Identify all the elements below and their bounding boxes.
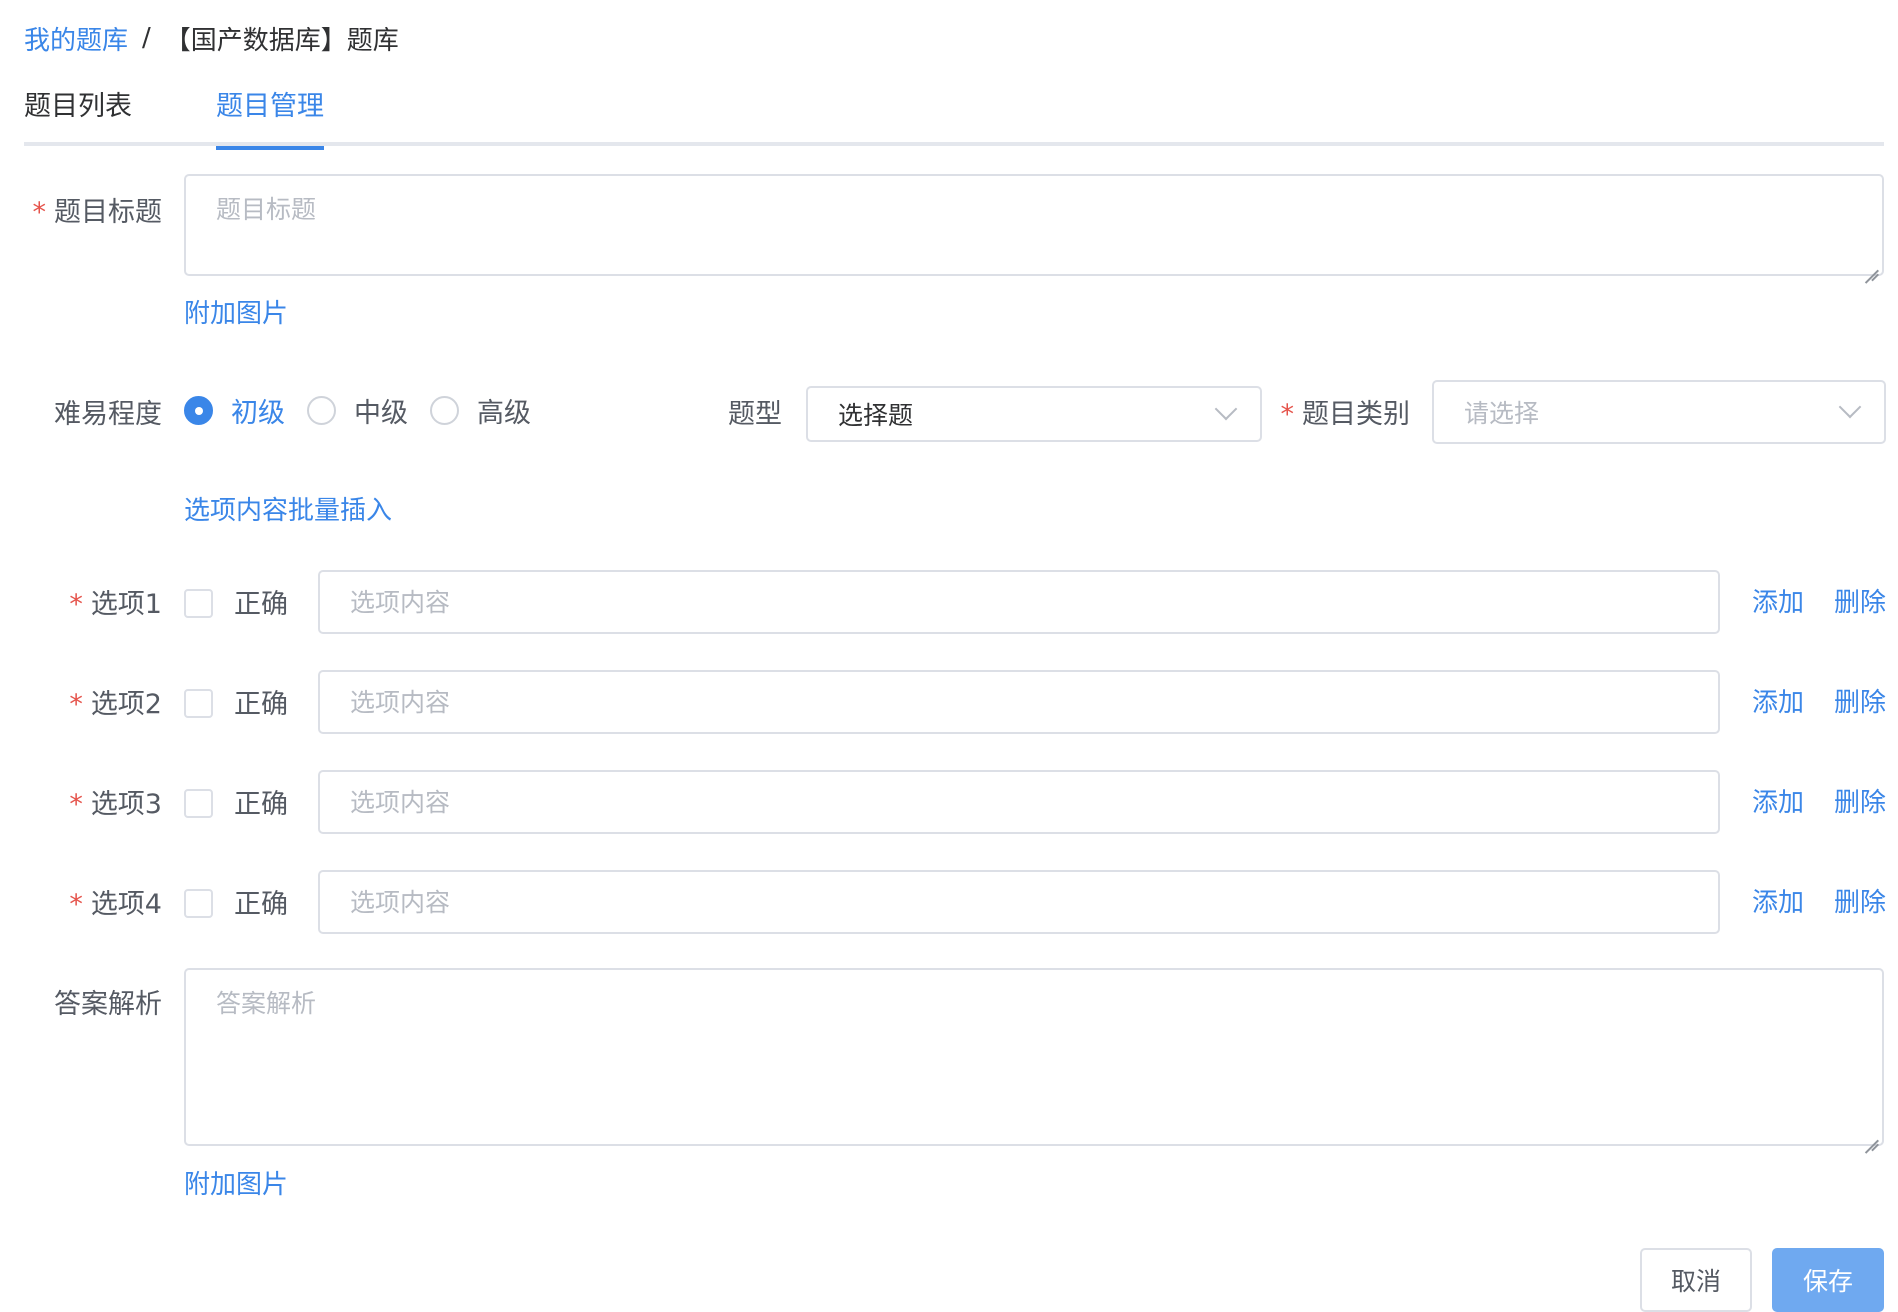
option-4-add-link[interactable]: 添加 <box>1752 882 1804 919</box>
required-mark: * <box>69 689 83 720</box>
option-2-delete-link[interactable]: 删除 <box>1834 682 1886 719</box>
option-4-input[interactable] <box>320 872 1718 932</box>
option-3-correct-checkbox[interactable] <box>184 789 213 818</box>
analysis-textarea-box <box>184 968 1884 1154</box>
radio-unchecked-icon <box>430 395 459 425</box>
cancel-button[interactable]: 取消 <box>1640 1248 1752 1312</box>
option-1-input[interactable] <box>320 572 1718 632</box>
option-1-add-link[interactable]: 添加 <box>1752 582 1804 619</box>
title-label: * 题目标题 <box>24 190 163 229</box>
tab-question-manage[interactable]: 题目管理 <box>216 82 324 150</box>
option-3-delete-link[interactable]: 删除 <box>1834 782 1886 819</box>
category-select[interactable]: 请选择 <box>1432 380 1886 444</box>
difficulty-radio-beginner[interactable]: 初级 <box>184 391 285 430</box>
radio-checked-icon <box>184 395 213 425</box>
option-1-correct-checkbox[interactable] <box>184 589 213 618</box>
title-textarea-box <box>184 174 1884 284</box>
option-1-input-box <box>318 570 1720 634</box>
difficulty-radio-intermediate[interactable]: 中级 <box>307 391 408 430</box>
difficulty-radio-group: 初级 中级 高级 <box>184 390 553 430</box>
breadcrumb: 我的题库 / 【国产数据库】题库 <box>24 18 399 58</box>
required-mark: * <box>69 889 83 920</box>
chevron-down-icon <box>1214 397 1238 421</box>
question-type-select[interactable]: 选择题 <box>806 386 1262 442</box>
option-3-correct-label: 正确 <box>234 789 288 820</box>
required-mark: * <box>1280 399 1295 430</box>
batch-insert-options-link[interactable]: 选项内容批量插入 <box>184 490 392 527</box>
breadcrumb-separator: / <box>142 23 151 53</box>
question-type-label: 题型 <box>728 399 782 430</box>
option-2-input-box <box>318 670 1720 734</box>
breadcrumb-my-question-bank-link[interactable]: 我的题库 <box>24 20 128 57</box>
option-2-input[interactable] <box>320 672 1718 732</box>
question-edit-page: 我的题库 / 【国产数据库】题库 题目列表 题目管理 *题目标题 附加图片 难易… <box>0 0 1898 1312</box>
radio-label: 中级 <box>354 397 408 429</box>
required-mark: * <box>69 789 83 820</box>
option-3-input-box <box>318 770 1720 834</box>
required-mark: * <box>69 589 83 620</box>
title-label-text: 题目标题 <box>54 197 162 228</box>
option-3-label: * 选项3 <box>24 782 162 821</box>
option-4-correct-checkbox[interactable] <box>184 889 213 918</box>
option-2-correct-checkbox[interactable] <box>184 689 213 718</box>
option-2-correct-label: 正确 <box>234 689 288 720</box>
analysis-label: 答案解析 <box>54 989 162 1020</box>
category-placeholder: 请选择 <box>1464 399 1540 428</box>
radio-label: 初级 <box>231 397 285 429</box>
option-4-label: * 选项4 <box>24 882 162 921</box>
analysis-textarea[interactable] <box>186 970 1882 1144</box>
radio-unchecked-icon <box>307 395 336 425</box>
radio-label: 高级 <box>477 397 531 429</box>
resize-handle-icon[interactable] <box>1863 1125 1879 1154</box>
option-label-text: 选项3 <box>90 789 162 820</box>
required-mark: * <box>32 197 47 228</box>
title-textarea[interactable] <box>186 176 1882 274</box>
difficulty-label: 难易程度 <box>54 399 162 430</box>
option-label-text: 选项4 <box>90 889 162 920</box>
resize-handle-icon[interactable] <box>1863 255 1879 284</box>
option-label-text: 选项1 <box>90 589 162 620</box>
chevron-down-icon <box>1838 395 1862 419</box>
question-type-value: 选择题 <box>838 401 914 430</box>
title-attach-image-link[interactable]: 附加图片 <box>184 293 288 330</box>
category-label: * 题目类别 <box>1270 392 1411 431</box>
option-3-input[interactable] <box>320 772 1718 832</box>
analysis-attach-image-link[interactable]: 附加图片 <box>184 1164 288 1201</box>
option-4-correct-label: 正确 <box>234 889 288 920</box>
option-4-input-box <box>318 870 1720 934</box>
option-1-label: * 选项1 <box>24 582 162 621</box>
difficulty-radio-advanced[interactable]: 高级 <box>430 391 531 430</box>
save-button[interactable]: 保存 <box>1772 1248 1884 1312</box>
option-3-add-link[interactable]: 添加 <box>1752 782 1804 819</box>
option-1-delete-link[interactable]: 删除 <box>1834 582 1886 619</box>
tab-question-list[interactable]: 题目列表 <box>24 82 132 146</box>
option-label-text: 选项2 <box>90 689 162 720</box>
option-2-label: * 选项2 <box>24 682 162 721</box>
breadcrumb-current: 【国产数据库】题库 <box>164 25 399 56</box>
option-4-delete-link[interactable]: 删除 <box>1834 882 1886 919</box>
category-label-text: 题目类别 <box>1302 399 1410 430</box>
option-2-add-link[interactable]: 添加 <box>1752 682 1804 719</box>
option-1-correct-label: 正确 <box>234 589 288 620</box>
tabs: 题目列表 题目管理 <box>24 82 1884 150</box>
